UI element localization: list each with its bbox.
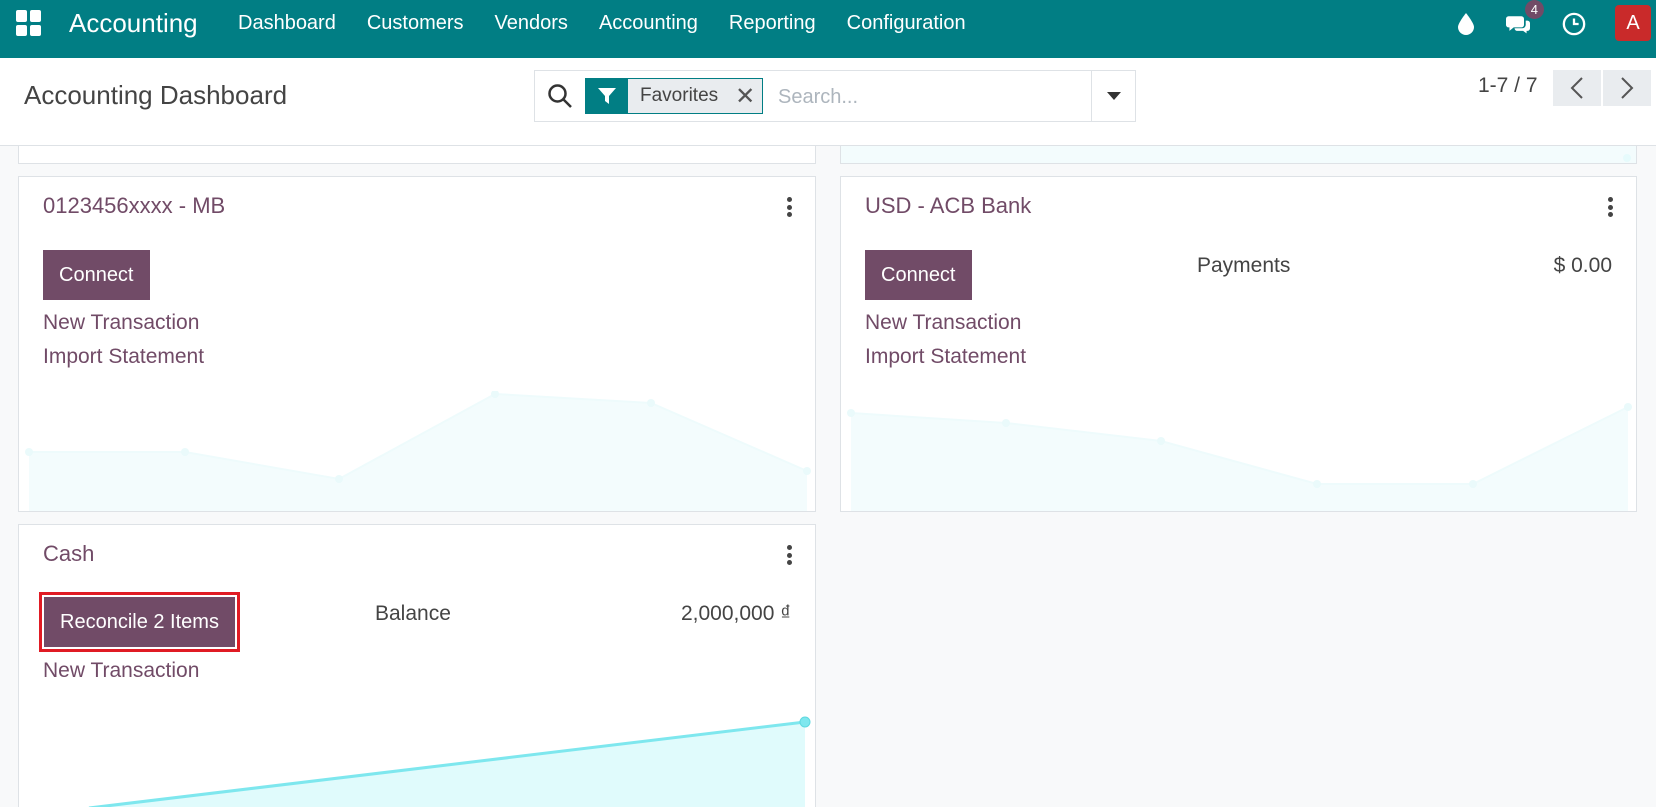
kebab-menu-icon[interactable] — [1606, 197, 1614, 217]
connect-button[interactable]: Connect — [43, 250, 150, 300]
pager-previous-button[interactable] — [1553, 70, 1601, 106]
app-menu-icon[interactable] — [16, 10, 42, 36]
payments-value: $ 0.00 — [1553, 254, 1612, 277]
drop-icon[interactable] — [1454, 12, 1478, 36]
chevron-right-icon — [1621, 77, 1634, 99]
journal-graph — [88, 716, 811, 807]
caret-down-icon — [1106, 91, 1121, 100]
menu-accounting[interactable]: Accounting — [599, 12, 698, 35]
connect-button[interactable]: Connect — [865, 250, 972, 300]
favorites-facet: Favorites ✕ — [585, 78, 764, 114]
new-transaction-link[interactable]: New Transaction — [43, 311, 199, 335]
chevron-left-icon — [1570, 77, 1583, 99]
balance-value: 2,000,000 ₫ — [680, 602, 791, 625]
journal-title[interactable]: 0123456xxxx - MB — [43, 193, 225, 219]
main-menu: Dashboard Customers Vendors Accounting R… — [238, 12, 997, 35]
new-transaction-link[interactable]: New Transaction — [865, 311, 1021, 335]
new-transaction-link[interactable]: New Transaction — [43, 659, 199, 683]
journal-title[interactable]: USD - ACB Bank — [865, 193, 1031, 219]
journal-graph — [847, 403, 1632, 511]
search-bar: Favorites ✕ — [534, 70, 1136, 122]
menu-reporting[interactable]: Reporting — [729, 12, 816, 35]
pager-next-button[interactable] — [1603, 70, 1651, 106]
control-panel: Accounting Dashboard Favorites ✕ 1-7 / 7 — [0, 58, 1656, 146]
search-input[interactable] — [778, 81, 1078, 113]
journal-card: 0123456xxxx - MB Connect New Transaction… — [18, 176, 816, 512]
payments-label[interactable]: Payments — [1197, 254, 1290, 278]
import-statement-link[interactable]: Import Statement — [43, 345, 204, 369]
menu-dashboard[interactable]: Dashboard — [238, 12, 336, 35]
journal-card: Cash Reconcile 2 Items Balance 2,000,000… — [18, 524, 816, 807]
user-avatar[interactable]: A — [1615, 5, 1651, 41]
journal-graph — [25, 391, 811, 511]
clock-icon[interactable] — [1562, 12, 1586, 36]
facet-remove-icon[interactable]: ✕ — [728, 79, 763, 113]
app-brand[interactable]: Accounting — [69, 8, 198, 39]
search-options-toggle[interactable] — [1091, 71, 1135, 121]
top-navbar: Accounting Dashboard Customers Vendors A… — [0, 0, 1656, 58]
journal-card: USD - ACB Bank Connect Payments $ 0.00 N… — [840, 176, 1637, 512]
menu-vendors[interactable]: Vendors — [495, 12, 568, 35]
journal-graph — [841, 146, 1636, 163]
kebab-menu-icon[interactable] — [785, 197, 793, 217]
page-title: Accounting Dashboard — [24, 80, 288, 110]
kebab-menu-icon[interactable] — [785, 545, 793, 565]
filter-icon — [586, 79, 628, 113]
journal-card-partial — [18, 146, 816, 164]
import-statement-link[interactable]: Import Statement — [865, 345, 1026, 369]
messages-badge: 4 — [1524, 0, 1544, 19]
menu-customers[interactable]: Customers — [367, 12, 464, 35]
pager-value[interactable]: 1-7 / 7 — [1478, 74, 1538, 98]
facet-label: Favorites — [628, 79, 729, 113]
reconcile-button[interactable]: Reconcile 2 Items — [39, 592, 240, 652]
menu-configuration[interactable]: Configuration — [847, 12, 966, 35]
search-icon[interactable] — [547, 83, 573, 109]
systray: 4 — [1442, 0, 1598, 48]
journal-card-partial — [840, 146, 1637, 164]
journal-title[interactable]: Cash — [43, 541, 94, 567]
balance-label[interactable]: Balance — [375, 602, 451, 626]
chat-icon[interactable]: 4 — [1506, 0, 1544, 36]
